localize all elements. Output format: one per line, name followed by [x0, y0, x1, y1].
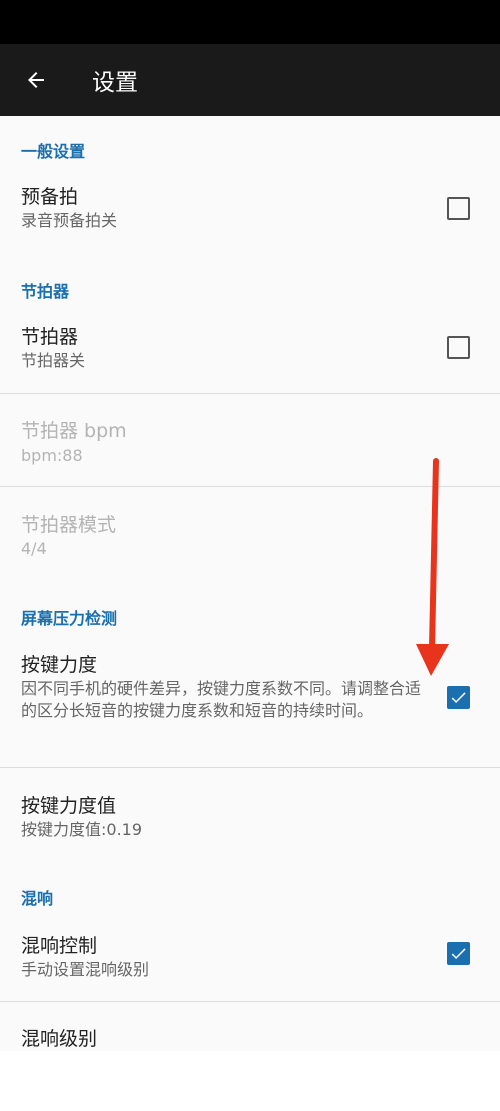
- pref-key-force-summary: 因不同手机的硬件差异，按键力度系数不同。请调整合适的区分长短音的按键力度系数和短…: [21, 679, 422, 720]
- check-icon: [451, 692, 466, 704]
- pref-key-force-value-title: 按键力度值: [21, 795, 117, 817]
- back-button[interactable]: [0, 44, 72, 116]
- pref-metronome-bpm-title: 节拍器 bpm: [21, 420, 127, 442]
- pref-reverb-level[interactable]: 混响级别: [0, 1002, 500, 1051]
- category-pressure: 屏幕压力检测: [21, 609, 118, 628]
- arrow-back-icon: [28, 72, 44, 88]
- category-general: 一般设置: [21, 142, 86, 161]
- category-reverb: 混响: [21, 889, 54, 908]
- key-force-checkbox[interactable]: [447, 686, 470, 709]
- pref-metronome[interactable]: 节拍器 节拍器关: [0, 304, 500, 394]
- pref-metronome-mode-summary: 4/4: [21, 539, 47, 558]
- pref-reverb-control[interactable]: 混响控制 手动设置混响级别: [0, 911, 500, 1001]
- pref-precount-summary: 录音预备拍关: [21, 211, 118, 230]
- precount-checkbox[interactable]: [447, 197, 470, 220]
- app-bar: 设置: [0, 44, 500, 116]
- check-icon: [451, 948, 466, 960]
- pref-reverb-level-title: 混响级别: [21, 1028, 98, 1050]
- pref-key-force-value[interactable]: 按键力度值 按键力度值:0.19: [0, 768, 500, 860]
- pref-metronome-bpm: 节拍器 bpm bpm:88: [0, 394, 500, 486]
- pref-metronome-title: 节拍器: [21, 326, 79, 348]
- status-bar: [0, 0, 500, 44]
- category-metronome: 节拍器: [21, 282, 70, 301]
- pref-metronome-summary: 节拍器关: [21, 351, 86, 370]
- pref-reverb-control-summary: 手动设置混响级别: [21, 960, 150, 979]
- pref-metronome-mode-title: 节拍器模式: [21, 514, 117, 536]
- pref-precount-title: 预备拍: [21, 186, 79, 208]
- pref-reverb-control-title: 混响控制: [21, 935, 98, 957]
- reverb-control-checkbox[interactable]: [447, 942, 470, 965]
- page-title: 设置: [92, 70, 138, 96]
- pref-key-force-title: 按键力度: [21, 654, 98, 676]
- pref-precount[interactable]: 预备拍 录音预备拍关: [0, 164, 500, 256]
- metronome-checkbox[interactable]: [447, 336, 470, 359]
- pref-key-force-value-summary: 按键力度值:0.19: [21, 820, 143, 839]
- pref-key-force[interactable]: 按键力度 因不同手机的硬件差异，按键力度系数不同。请调整合适的区分长短音的按键力…: [0, 631, 500, 767]
- settings-list[interactable]: 一般设置 预备拍 录音预备拍关 节拍器 节拍器 节拍器关 节拍器 bpm bpm…: [0, 116, 500, 1051]
- pref-metronome-bpm-summary: bpm:88: [21, 446, 83, 465]
- pref-metronome-mode: 节拍器模式 4/4: [0, 487, 500, 579]
